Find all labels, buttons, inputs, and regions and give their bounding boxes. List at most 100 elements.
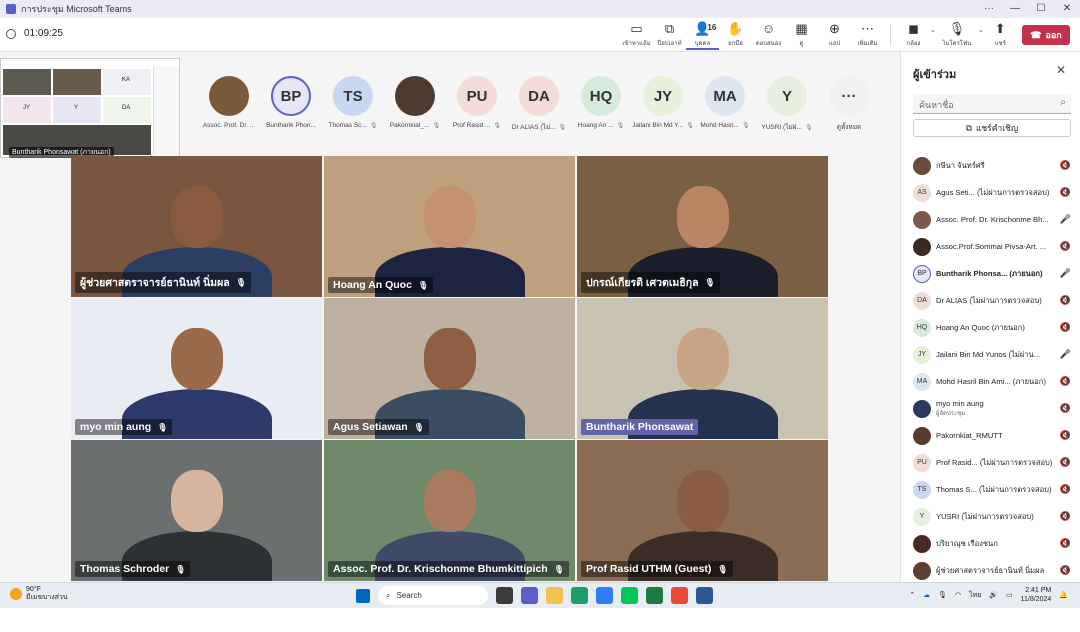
participant-row[interactable]: HQ Hoang An Quoc (ภายนอก) 🔇: [913, 314, 1073, 341]
strip-participant[interactable]: Pakornkiat_... 🎙: [384, 76, 446, 132]
share-button[interactable]: ⬆ แชร์: [984, 20, 1017, 50]
battery-icon[interactable]: ▭: [1006, 591, 1013, 599]
camera-button[interactable]: ◼ กล้อง: [897, 20, 930, 50]
video-tile[interactable]: Prof Rasid UTHM (Guest) 🎙: [577, 440, 828, 581]
more-button[interactable]: ⋯ เพิ่มเติม: [851, 20, 884, 50]
line-icon[interactable]: [621, 587, 638, 604]
close-window-button[interactable]: ✕: [1054, 0, 1080, 18]
shield-icon: [6, 28, 16, 39]
strip-participant[interactable]: Assoc. Prof. Dr. ...: [198, 76, 260, 132]
participant-name-block: YUSRI (ไม่ผ่านการตรวจสอบ): [936, 511, 1034, 523]
participant-name: ผู้ช่วยศาสตราจารย์ธานินท์ นิ่มผล: [936, 565, 1045, 575]
maximize-button[interactable]: ☐: [1028, 0, 1054, 18]
participant-row[interactable]: TS Thomas S... (ไม่ผ่านการตรวจสอบ) 🔇: [913, 476, 1073, 503]
participant-name-block: Mohd Hasril Bin Ami... (ภายนอก): [936, 376, 1046, 388]
participant-row[interactable]: MA Mohd Hasril Bin Ami... (ภายนอก) 🔇: [913, 368, 1073, 395]
close-icon[interactable]: ✕: [1056, 63, 1066, 77]
raise-hand-button[interactable]: ✋ ยกมือ: [719, 20, 752, 50]
strip-participant[interactable]: ··· ดูทั้งหมด: [818, 76, 880, 132]
participant-row[interactable]: myo min aung ผู้จัดประชุม 🔇: [913, 395, 1073, 422]
video-name: myo min aung: [80, 421, 152, 433]
people-button[interactable]: 👤 16 บุคคล: [686, 20, 719, 50]
chrome-icon[interactable]: [671, 587, 688, 604]
participant-row[interactable]: JY Jailani Bin Md Yunos (ไม่ผ่าน... 🎤: [913, 341, 1073, 368]
video-tile[interactable]: Agus Setiawan 🎙: [324, 298, 575, 439]
strip-participant[interactable]: PU Prof Rasid ... 🎙: [446, 76, 508, 132]
participant-row[interactable]: Pakornkiat_RMUTT 🔇: [913, 422, 1073, 449]
video-tile[interactable]: ปกรณ์เกียรติ เศวตเมธิกุล 🎙: [577, 156, 828, 297]
search-placeholder: ค้นหาชื่อ: [919, 100, 954, 110]
participant-name-block: myo min aung ผู้จัดประชุม: [936, 399, 984, 418]
clock[interactable]: 2:41 PM 11/8/2024: [1021, 586, 1052, 604]
video-grid: ผู้ช่วยศาสตราจารย์ธานินท์ นิ่มผล 🎙 Hoang A…: [71, 156, 828, 632]
video-name-tag: Prof Rasid UTHM (Guest) 🎙: [581, 561, 733, 577]
weather-temp: 90°F: [26, 586, 41, 593]
participant-row[interactable]: ปริยาณุช เรืองชนก 🔇: [913, 530, 1073, 557]
react-button[interactable]: ☺ ตอบสนอง: [752, 20, 785, 50]
apps-button[interactable]: ⊕ แอป: [818, 20, 851, 50]
participant-row[interactable]: ผู้ช่วยศาสตราจารย์ธานินท์ นิ่มผล 🔇: [913, 557, 1073, 584]
participant-name-block: Agus Seti... (ไม่ผ่านการตรวจสอบ): [936, 187, 1049, 199]
video-tile[interactable]: Hoang An Quoc 🎙: [324, 156, 575, 297]
video-tile[interactable]: Thomas Schroder 🎙: [71, 440, 322, 581]
weather-widget[interactable]: 90°F มีเมฆบางส่วน: [10, 586, 68, 602]
grid-icon: ▦: [795, 21, 808, 36]
excel-icon[interactable]: [646, 587, 663, 604]
share-invite-button[interactable]: ⧉ แชร์คำเชิญ: [913, 119, 1071, 137]
mic-button[interactable]: 🎙 ไมโครโฟน: [936, 20, 978, 50]
language-indicator[interactable]: ไทย: [969, 590, 981, 601]
mic-icon[interactable]: 🎙: [938, 591, 947, 599]
mic-muted-icon: 🎙: [493, 123, 502, 129]
start-icon[interactable]: [356, 588, 370, 603]
strip-participant[interactable]: DA Dr ALIAS (ไม่... 🎙: [508, 76, 570, 132]
task-view-icon[interactable]: [496, 587, 513, 604]
strip-participant[interactable]: BP Buntharik Phon...: [260, 76, 322, 132]
participant-avatar: DA: [519, 76, 559, 116]
file-explorer-icon[interactable]: [546, 587, 563, 604]
shared-screen-thumbnail[interactable]: KA JY Y DA Buntharik Phonsawat (ภายนอก): [0, 58, 180, 158]
store-icon[interactable]: [596, 587, 613, 604]
minimize-button[interactable]: —: [1002, 0, 1028, 18]
participant-row[interactable]: PU Prof Rasid... (ไม่ผ่านการตรวจสอบ) 🔇: [913, 449, 1073, 476]
more-options-icon[interactable]: ···: [976, 0, 1002, 18]
participant-row[interactable]: BP Buntharik Phonsa... (ภายนอก) 🎤: [913, 260, 1073, 287]
rooms-button[interactable]: ▦ ดู: [785, 20, 818, 50]
participant-avatar: JY: [643, 76, 683, 116]
volume-icon[interactable]: 🔊: [989, 591, 998, 599]
teams-icon[interactable]: [521, 587, 538, 604]
participant-avatar: [913, 561, 931, 580]
video-tile[interactable]: Assoc. Prof. Dr. Krischonme Bhumkittipic…: [324, 440, 575, 581]
taskbar-search[interactable]: ⌕ Search: [378, 586, 488, 605]
search-input[interactable]: ค้นหาชื่อ ⌕: [913, 94, 1071, 114]
participant-avatar: [209, 76, 249, 116]
strip-participant[interactable]: JY Jailani Bin Md Y... 🎙: [632, 76, 694, 132]
strip-participant[interactable]: HQ Hoang An ... 🎙: [570, 76, 632, 132]
participant-row[interactable]: DA Dr ALIAS (ไม่ผ่านการตรวจสอบ) 🔇: [913, 287, 1073, 314]
strip-participant[interactable]: Y YUSRI (ไม่ผ่... 🎙: [756, 76, 818, 132]
react-label: ตอบสนอง: [755, 41, 782, 47]
participant-avatar: Y: [913, 507, 931, 526]
edge-icon[interactable]: [571, 587, 588, 604]
view-button[interactable]: ▭ เข้าหาแล้ม: [620, 20, 653, 50]
participant-name: myo min aung: [936, 399, 984, 408]
strip-participant[interactable]: MA Mohd Hasri... 🎙: [694, 76, 756, 132]
chevron-up-icon[interactable]: ⌃: [909, 591, 915, 599]
participant-row[interactable]: Assoc. Prof. Dr. Krischonme Bh... 🎤: [913, 206, 1073, 233]
mic-off-icon: 🔇: [1059, 430, 1071, 440]
participant-name-block: Assoc. Prof. Dr. Krischonme Bh...: [936, 215, 1049, 224]
video-tile[interactable]: Buntharik Phonsawat: [577, 298, 828, 439]
video-tile[interactable]: myo min aung 🎙: [71, 298, 322, 439]
participant-row[interactable]: AS Agus Seti... (ไม่ผ่านการตรวจสอบ) 🔇: [913, 179, 1073, 206]
participant-row[interactable]: Assoc.Prof.Sommai Pivsa-Art. ... 🔇: [913, 233, 1073, 260]
notification-icon[interactable]: 🔔: [1059, 591, 1068, 599]
popout-button[interactable]: ⧉ ป๊อปเอาท์: [653, 20, 686, 50]
strip-participant[interactable]: TS Thomas Sc... 🎙: [322, 76, 384, 132]
onedrive-icon[interactable]: ☁: [923, 591, 930, 599]
video-tile[interactable]: ผู้ช่วยศาสตราจารย์ธานินท์ นิ่มผล 🎙: [71, 156, 322, 297]
participant-name: Assoc. Prof. Dr. Krischonme Bh...: [936, 215, 1049, 224]
leave-button[interactable]: ☎ ออก: [1022, 25, 1070, 45]
wifi-icon[interactable]: ◠: [955, 591, 961, 599]
participant-row[interactable]: กษีนา จันทร์ศรี 🔇: [913, 152, 1073, 179]
participant-row[interactable]: Y YUSRI (ไม่ผ่านการตรวจสอบ) 🔇: [913, 503, 1073, 530]
word-icon[interactable]: [696, 587, 713, 604]
